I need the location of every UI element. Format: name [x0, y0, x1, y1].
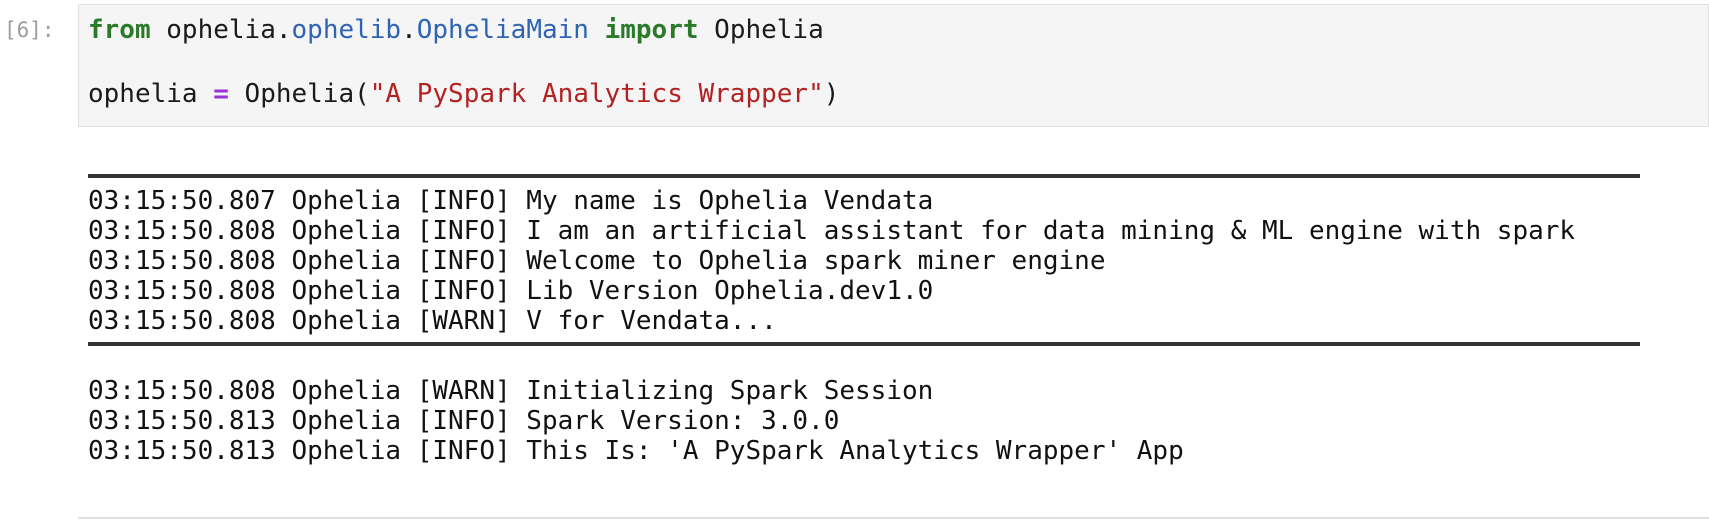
code-input-area[interactable]: from ophelia.ophelib.OpheliaMain import …: [78, 4, 1709, 127]
constructor-call: Ophelia(: [228, 79, 370, 109]
keyword-from: from: [88, 15, 151, 45]
separator-rule: [88, 342, 1640, 346]
close-paren: ): [823, 79, 840, 109]
notebook-cell: [6]: from ophelia.ophelib.OpheliaMain im…: [0, 0, 1709, 520]
cell-output: 03:15:50.807 Ophelia [INFO] My name is O…: [88, 170, 1640, 466]
code-line-import: from ophelia.ophelib.OpheliaMain import …: [88, 13, 824, 47]
log-line: 03:15:50.808 Ophelia [INFO] Welcome to O…: [88, 246, 1106, 276]
log-line: 03:15:50.808 Ophelia [WARN] V for Vendat…: [88, 306, 777, 336]
log-line: 03:15:50.808 Ophelia [INFO] I am an arti…: [88, 216, 1576, 246]
code-line-assignment: ophelia = Ophelia("A PySpark Analytics W…: [88, 77, 839, 111]
variable-name: ophelia: [88, 79, 214, 109]
assign-operator: =: [213, 79, 229, 109]
output-bottom-border: [78, 517, 1709, 519]
imported-name: Ophelia: [698, 15, 824, 45]
module-opheliamain: OpheliaMain: [416, 15, 589, 45]
string-literal: "A PySpark Analytics Wrapper": [369, 79, 824, 109]
keyword-import: import: [604, 15, 699, 45]
module-package: ophelia.: [150, 15, 292, 45]
separator-rule: [88, 174, 1640, 178]
log-line: 03:15:50.807 Ophelia [INFO] My name is O…: [88, 186, 934, 216]
log-line: 03:15:50.813 Ophelia [INFO] Spark Versio…: [88, 406, 840, 436]
session-log: 03:15:50.808 Ophelia [WARN] Initializing…: [88, 376, 1640, 466]
log-line: 03:15:50.808 Ophelia [WARN] Initializing…: [88, 376, 934, 406]
banner-log: 03:15:50.807 Ophelia [INFO] My name is O…: [88, 186, 1640, 336]
execution-count-prompt: [6]:: [4, 18, 55, 42]
module-dot: .: [401, 15, 417, 45]
log-line: 03:15:50.808 Ophelia [INFO] Lib Version …: [88, 276, 934, 306]
log-line: 03:15:50.813 Ophelia [INFO] This Is: 'A …: [88, 436, 1184, 466]
module-ophelib: ophelib: [291, 15, 402, 45]
